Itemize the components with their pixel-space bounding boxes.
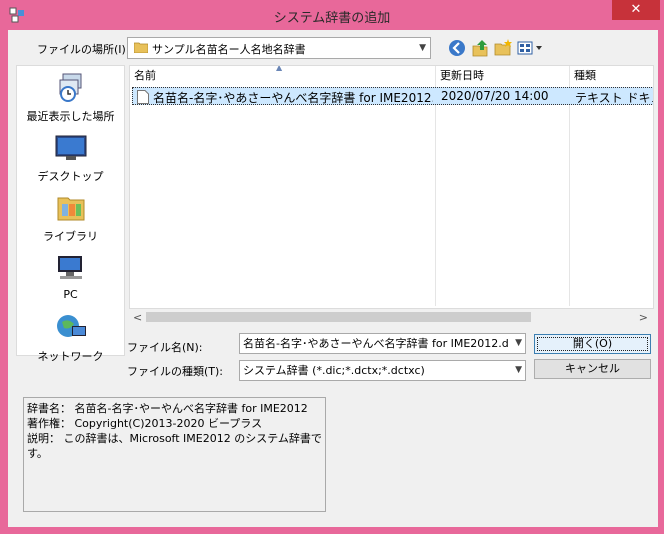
lookin-value: サンプル名苗名ー人名地名辞書: [152, 43, 306, 56]
folder-icon: [134, 42, 148, 53]
filetype-value: システム辞書 (*.dic;*.dctx;*.dctxc): [243, 364, 425, 377]
place-network[interactable]: ネットワーク: [17, 312, 124, 364]
chevron-down-icon[interactable]: ▼: [515, 361, 522, 380]
file-list[interactable]: ▲ 名前 更新日時 種類 名苗名-名字･やあさーやんべ名字辞書 for IME2…: [129, 65, 654, 325]
horizontal-scrollbar[interactable]: < >: [129, 308, 654, 325]
recent-places-icon: [59, 73, 81, 102]
view-menu-icon[interactable]: [516, 38, 544, 58]
filetype-label: ファイルの種類(T):: [127, 365, 224, 378]
filename-value: 名苗名-名字･やあさーやんべ名字辞書 for IME2012.d: [243, 337, 509, 350]
filename-input[interactable]: 名苗名-名字･やあさーやんべ名字辞書 for IME2012.d ▼: [239, 333, 526, 354]
place-recent[interactable]: 最近表示した場所: [17, 72, 124, 124]
column-header-name[interactable]: 名前: [130, 66, 435, 86]
file-type: テキスト ドキュメ: [575, 91, 653, 105]
close-button[interactable]: ✕: [612, 0, 660, 20]
cancel-button-label: キャンセル: [565, 362, 620, 375]
file-modified: 2020/07/20 14:00: [441, 89, 549, 103]
lookin-label: ファイルの場所(I):: [37, 43, 130, 56]
window-title: システム辞書の追加: [273, 11, 391, 26]
focus-rect: [537, 337, 648, 351]
place-label: PC: [63, 288, 78, 301]
dialog-client-area: ファイルの場所(I): サンプル名苗名ー人名地名辞書 ▼ 最近表示した場所 デス…: [8, 30, 658, 527]
chevron-down-icon[interactable]: ▼: [419, 43, 426, 53]
text-file-icon: [137, 90, 149, 104]
place-pc[interactable]: PC: [17, 252, 124, 301]
scrollbar-thumb[interactable]: [146, 312, 531, 322]
place-label: ネットワーク: [37, 350, 104, 363]
pc-icon: [57, 256, 82, 279]
place-desktop[interactable]: デスクトップ: [17, 132, 124, 184]
filename-label: ファイル名(N):: [127, 341, 203, 354]
up-folder-icon[interactable]: [470, 38, 490, 58]
place-library[interactable]: ライブラリ: [17, 192, 124, 244]
lookin-dropdown[interactable]: サンプル名苗名ー人名地名辞書 ▼: [127, 37, 431, 59]
places-bar: 最近表示した場所 デスクトップ ライブラリ PC ネットワーク: [16, 65, 125, 363]
scroll-right-icon[interactable]: >: [639, 311, 648, 324]
description-line: 著作権： Copyright(C)2013-2020 ビープラス: [27, 417, 263, 430]
place-label: 最近表示した場所: [26, 110, 115, 123]
description-line: 説明： この辞書は、Microsoft IME2012 のシステム辞書です。: [27, 432, 322, 460]
cancel-button[interactable]: キャンセル: [534, 359, 651, 379]
close-icon[interactable]: ✕: [612, 0, 660, 20]
file-name: 名苗名-名字･やあさーやんべ名字辞書 for IME2012...: [153, 91, 433, 105]
title-bar: システム辞書の追加 ✕: [0, 0, 664, 30]
library-icon: [57, 197, 84, 221]
place-label: デスクトップ: [37, 170, 104, 183]
back-icon[interactable]: [447, 38, 467, 58]
network-icon: [56, 315, 86, 337]
open-button[interactable]: 開く(O): [534, 334, 651, 354]
place-label: ライブラリ: [43, 230, 98, 243]
table-row[interactable]: 名苗名-名字･やあさーやんべ名字辞書 for IME2012... 2020/0…: [132, 87, 653, 105]
desktop-icon: [55, 135, 86, 160]
column-header-modified[interactable]: 更新日時: [436, 66, 569, 86]
filetype-select[interactable]: システム辞書 (*.dic;*.dctx;*.dctxc) ▼: [239, 360, 526, 381]
description-line: 辞書名： 名苗名-名字･やーやんべ名字辞書 for IME2012: [27, 402, 308, 415]
scroll-left-icon[interactable]: <: [133, 311, 142, 324]
chevron-down-icon[interactable]: ▼: [515, 334, 522, 353]
dictionary-description: 辞書名： 名苗名-名字･やーやんべ名字辞書 for IME2012 著作権： C…: [23, 397, 326, 512]
column-header-type[interactable]: 種類: [570, 66, 653, 86]
new-folder-icon[interactable]: [493, 38, 513, 58]
